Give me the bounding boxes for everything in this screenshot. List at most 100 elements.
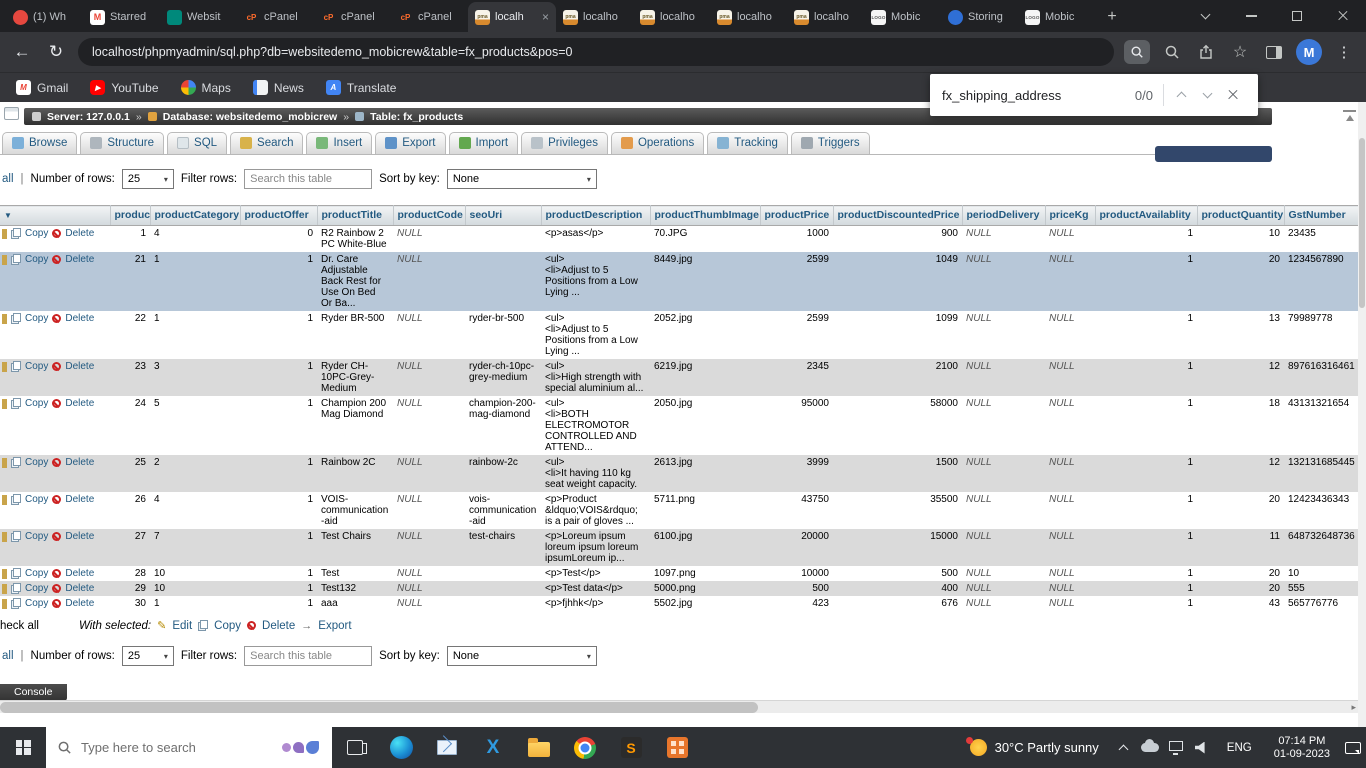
pma-tab-export[interactable]: Export — [375, 132, 445, 154]
vertical-scrollbar[interactable] — [1358, 102, 1366, 727]
pma-tab-search[interactable]: Search — [230, 132, 303, 154]
copy-selected-link[interactable]: Copy — [214, 620, 241, 632]
show-all-link[interactable]: all — [2, 173, 14, 185]
column-header-productID[interactable]: productID — [110, 206, 150, 226]
pma-tab-tracking[interactable]: Tracking — [707, 132, 788, 154]
tabs-menu-chevron-icon[interactable] — [1182, 0, 1228, 32]
pma-tab-sql[interactable]: SQL — [167, 132, 227, 154]
bookmark-youtube[interactable]: ▶YouTube — [90, 80, 158, 95]
delete-row-link[interactable]: Delete — [65, 494, 94, 505]
sidebar-icon[interactable] — [1262, 40, 1286, 64]
browser-tab[interactable]: LOGOMobic — [864, 2, 941, 32]
find-query-input[interactable]: fx_shipping_address — [942, 88, 1125, 103]
copy-row-link[interactable]: Copy — [25, 583, 48, 594]
column-header-productThumbImage[interactable]: productThumbImage — [650, 206, 760, 226]
breadcrumb-item[interactable]: Table: fx_products — [370, 111, 463, 123]
copy-row-link[interactable]: Copy — [25, 457, 48, 468]
browser-tab[interactable]: pmalocalho — [787, 2, 864, 32]
tab-close-icon[interactable]: × — [542, 10, 549, 24]
column-header-productQuantity[interactable]: productQuantity — [1197, 206, 1284, 226]
column-header-seoUri[interactable]: seoUri — [465, 206, 541, 226]
delete-selected-link[interactable]: Delete — [262, 620, 295, 632]
delete-row-link[interactable]: Delete — [65, 531, 94, 542]
pma-tab-browse[interactable]: Browse — [2, 132, 77, 154]
volume-icon[interactable] — [1189, 727, 1215, 768]
delete-row-link[interactable]: Delete — [65, 598, 94, 609]
bookmark-maps[interactable]: Maps — [181, 80, 231, 95]
back-button[interactable]: ← — [10, 40, 34, 64]
bookmark-translate[interactable]: ATranslate — [326, 80, 397, 95]
language-indicator[interactable]: ENG — [1215, 742, 1264, 754]
show-all-link[interactable]: all — [2, 650, 14, 662]
find-close-icon[interactable] — [1220, 82, 1246, 108]
pma-tab-triggers[interactable]: Triggers — [791, 132, 870, 154]
pma-tab-privileges[interactable]: Privileges — [521, 132, 608, 154]
tray-chevron-icon[interactable] — [1111, 727, 1137, 768]
sublime-icon[interactable] — [608, 727, 654, 768]
console-tab[interactable]: Console — [0, 684, 67, 701]
browser-tab[interactable]: pmalocalho — [633, 2, 710, 32]
find-prev-icon[interactable] — [1168, 82, 1194, 108]
delete-row-link[interactable]: Delete — [65, 361, 94, 372]
check-all-label[interactable]: heck all — [0, 620, 39, 632]
delete-row-link[interactable]: Delete — [65, 228, 94, 239]
delete-row-link[interactable]: Delete — [65, 398, 94, 409]
find-next-icon[interactable] — [1194, 82, 1220, 108]
copy-row-link[interactable]: Copy — [25, 313, 48, 324]
address-bar[interactable]: localhost/phpmyadmin/sql.php?db=websited… — [78, 38, 1114, 66]
column-header-productCategory[interactable]: productCategory — [150, 206, 240, 226]
column-header-productCode[interactable]: productCode — [393, 206, 465, 226]
task-view-button[interactable] — [332, 727, 378, 768]
filter-input[interactable] — [244, 169, 372, 189]
column-header-priceKg[interactable]: priceKg — [1045, 206, 1095, 226]
column-header-productTitle[interactable]: productTitle — [317, 206, 393, 226]
delete-row-link[interactable]: Delete — [65, 457, 94, 468]
horizontal-scrollbar[interactable]: ▸ — [0, 700, 1358, 713]
browser-tab[interactable]: cPcPanel — [391, 2, 468, 32]
browser-tab[interactable]: (1) Wh — [6, 2, 83, 32]
pma-tab-operations[interactable]: Operations — [611, 132, 704, 154]
column-menu-icon[interactable]: ▼ — [4, 211, 12, 220]
network-icon[interactable] — [1163, 727, 1189, 768]
browser-tab[interactable]: pmalocalho — [556, 2, 633, 32]
profile-avatar[interactable]: M — [1296, 39, 1322, 65]
browser-tab[interactable]: Storing — [941, 2, 1018, 32]
sort-select[interactable]: None▾ — [447, 169, 597, 189]
delete-row-link[interactable]: Delete — [65, 313, 94, 324]
scroll-top-icon[interactable] — [1343, 110, 1356, 122]
edit-selected-link[interactable]: Edit — [172, 620, 192, 632]
edge-icon[interactable] — [378, 727, 424, 768]
browser-tab[interactable]: pmalocalho — [710, 2, 787, 32]
onedrive-icon[interactable] — [1137, 727, 1163, 768]
column-header-productDiscountedPrice[interactable]: productDiscountedPrice — [833, 206, 962, 226]
vscode-icon[interactable] — [470, 727, 516, 768]
browser-tab[interactable]: LOGOMobic — [1018, 2, 1095, 32]
taskbar-search[interactable]: Type here to search — [46, 727, 332, 768]
copy-row-link[interactable]: Copy — [25, 531, 48, 542]
browser-tab[interactable]: cPcPanel — [237, 2, 314, 32]
copy-row-link[interactable]: Copy — [25, 568, 48, 579]
zoom-icon[interactable] — [1160, 40, 1184, 64]
chrome-icon[interactable] — [562, 727, 608, 768]
copy-row-link[interactable]: Copy — [25, 361, 48, 372]
delete-row-link[interactable]: Delete — [65, 583, 94, 594]
copy-row-link[interactable]: Copy — [25, 398, 48, 409]
share-icon[interactable] — [1194, 40, 1218, 64]
delete-row-link[interactable]: Delete — [65, 254, 94, 265]
rows-select[interactable]: 25▾ — [122, 169, 174, 189]
copy-row-link[interactable]: Copy — [25, 494, 48, 505]
sort-select[interactable]: None▾ — [447, 646, 597, 666]
scrollbar-thumb[interactable] — [1359, 138, 1365, 308]
action-center-icon[interactable] — [1340, 727, 1366, 768]
close-button[interactable] — [1320, 0, 1366, 32]
minimize-button[interactable] — [1228, 0, 1274, 32]
clock[interactable]: 07:14 PM 01-09-2023 — [1264, 735, 1340, 761]
delete-row-link[interactable]: Delete — [65, 568, 94, 579]
browser-tab[interactable]: MStarred — [83, 2, 160, 32]
new-tab-button[interactable]: + — [1099, 4, 1125, 30]
app-grid-icon[interactable] — [654, 727, 700, 768]
column-header-productAvailablity[interactable]: productAvailablity — [1095, 206, 1197, 226]
browser-tab[interactable]: cPcPanel — [314, 2, 391, 32]
breadcrumb-item[interactable]: Server: 127.0.0.1 — [47, 111, 130, 123]
column-header-productPrice[interactable]: productPrice — [760, 206, 833, 226]
